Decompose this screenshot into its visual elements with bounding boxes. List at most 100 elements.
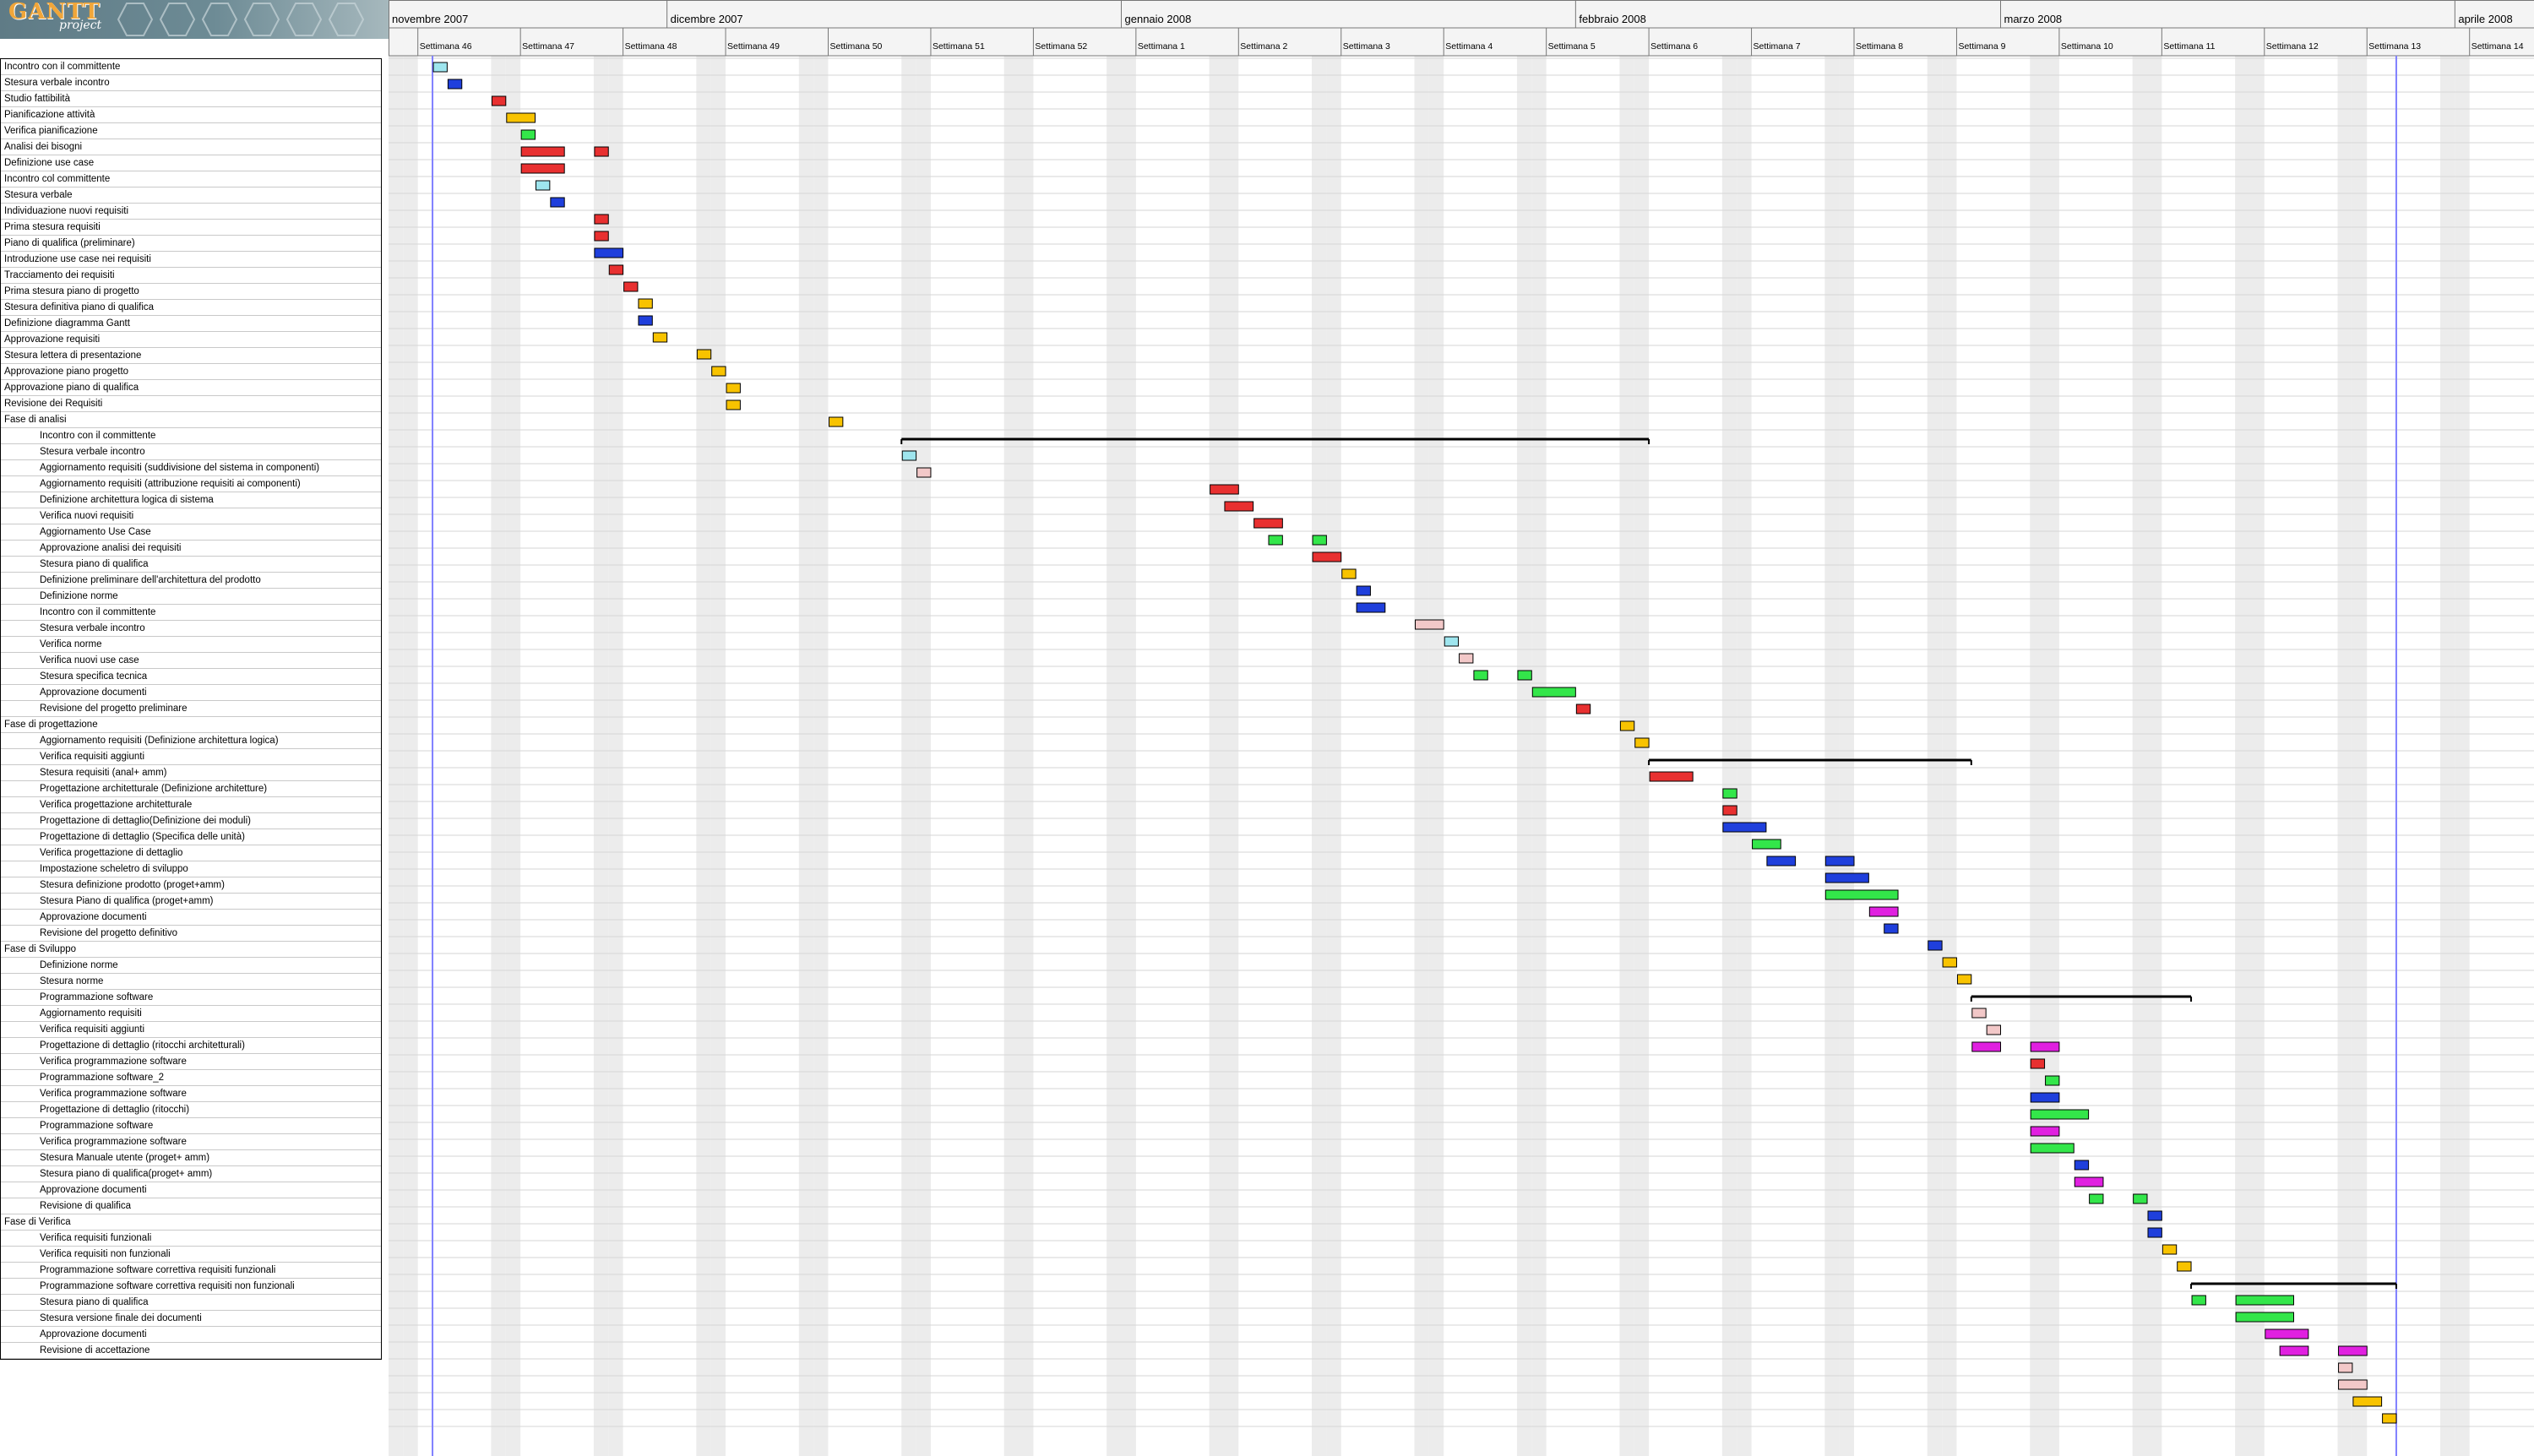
task-name[interactable]: Revisione dei Requisiti (1, 396, 381, 412)
task-name[interactable]: Verifica norme (1, 637, 381, 653)
week-label: Settimana 46 (420, 41, 472, 52)
task-name[interactable]: Approvazione analisi dei requisiti (1, 541, 381, 557)
task-group-name[interactable]: Fase di analisi (1, 412, 381, 428)
task-name[interactable]: Individuazione nuovi requisiti (1, 204, 381, 220)
task-name[interactable]: Verifica requisiti funzionali (1, 1231, 381, 1247)
task-name[interactable]: Prima stesura requisiti (1, 220, 381, 236)
task-name[interactable]: Progettazione di dettaglio (Specifica de… (1, 829, 381, 845)
task-name[interactable]: Stesura piano di qualifica(proget+ amm) (1, 1166, 381, 1182)
task-name[interactable]: Programmazione software (1, 990, 381, 1006)
month-label: febbraio 2008 (1579, 13, 1646, 25)
task-bar (1942, 957, 1957, 968)
task-name[interactable]: Aggiornamento requisiti (1, 1006, 381, 1022)
task-name[interactable]: Progettazione architetturale (Definizion… (1, 781, 381, 797)
weekend-column (2455, 56, 2470, 1456)
task-name[interactable]: Approvazione documenti (1, 910, 381, 926)
task-name[interactable]: Stesura verbale incontro (1, 444, 381, 460)
task-name[interactable]: Definizione preliminare dell'architettur… (1, 573, 381, 589)
task-group-name[interactable]: Fase di Verifica (1, 1214, 381, 1231)
task-name[interactable]: Stesura requisiti (anal+ amm) (1, 765, 381, 781)
task-name[interactable]: Aggiornamento requisiti (attribuzione re… (1, 476, 381, 492)
task-name[interactable]: Revisione del progetto definitivo (1, 926, 381, 942)
weekend-column (1531, 56, 1547, 1456)
task-name[interactable]: Revisione del progetto preliminare (1, 701, 381, 717)
task-name[interactable]: Approvazione requisiti (1, 332, 381, 348)
task-bar (1971, 1041, 2002, 1052)
weekend-column (1223, 56, 1239, 1456)
task-name[interactable]: Definizione norme (1, 589, 381, 605)
task-name[interactable]: Verifica programmazione software (1, 1086, 381, 1102)
task-name[interactable]: Approvazione documenti (1, 1327, 381, 1343)
task-group-name[interactable]: Fase di progettazione (1, 717, 381, 733)
task-name[interactable]: Aggiornamento Use Case (1, 524, 381, 541)
weekend-column (1326, 56, 1341, 1456)
task-name[interactable]: Stesura verbale (1, 187, 381, 204)
task-name[interactable]: Incontro con il committente (1, 59, 381, 75)
task-name[interactable]: Progettazione di dettaglio(Definizione d… (1, 813, 381, 829)
task-name[interactable]: Programmazione software correttiva requi… (1, 1263, 381, 1279)
task-name[interactable]: Studio fattibilità (1, 91, 381, 107)
task-name[interactable]: Pianificazione attività (1, 107, 381, 123)
task-name[interactable]: Stesura Piano di qualifica (proget+amm) (1, 894, 381, 910)
task-group-name[interactable]: Fase di Sviluppo (1, 942, 381, 958)
task-bar (1928, 940, 1943, 951)
task-bar (506, 112, 536, 123)
task-name[interactable]: Progettazione di dettaglio (ritocchi) (1, 1102, 381, 1118)
task-name[interactable]: Stesura lettera di presentazione (1, 348, 381, 364)
task-name[interactable]: Definizione norme (1, 958, 381, 974)
task-bar (1766, 856, 1797, 867)
task-name[interactable]: Verifica progettazione architetturale (1, 797, 381, 813)
task-name[interactable]: Stesura versione finale dei documenti (1, 1311, 381, 1327)
task-bar (638, 298, 653, 309)
task-name[interactable]: Stesura Manuale utente (proget+ amm) (1, 1150, 381, 1166)
task-name[interactable]: Verifica nuovi use case (1, 653, 381, 669)
week-label: Settimana 48 (625, 41, 677, 52)
task-name[interactable]: Impostazione scheletro di sviluppo (1, 861, 381, 877)
task-name[interactable]: Programmazione software_2 (1, 1070, 381, 1086)
task-name[interactable]: Stesura piano di qualifica (1, 1295, 381, 1311)
task-name[interactable]: Aggiornamento requisiti (Definizione arc… (1, 733, 381, 749)
task-name[interactable]: Verifica requisiti aggiunti (1, 1022, 381, 1038)
task-name[interactable]: Analisi dei bisogni (1, 139, 381, 155)
task-bar (2382, 1413, 2397, 1424)
task-name[interactable]: Definizione diagramma Gantt (1, 316, 381, 332)
task-name[interactable]: Approvazione piano progetto (1, 364, 381, 380)
task-name[interactable]: Stesura verbale incontro (1, 621, 381, 637)
task-name[interactable]: Verifica requisiti aggiunti (1, 749, 381, 765)
task-bar (550, 197, 565, 208)
task-name[interactable]: Approvazione piano di qualifica (1, 380, 381, 396)
task-name[interactable]: Stesura piano di qualifica (1, 557, 381, 573)
task-name[interactable]: Verifica programmazione software (1, 1054, 381, 1070)
task-name[interactable]: Tracciamento dei requisiti (1, 268, 381, 284)
task-name[interactable]: Introduzione use case nei requisiti (1, 252, 381, 268)
task-name[interactable]: Approvazione documenti (1, 1182, 381, 1198)
task-name[interactable]: Verifica programmazione software (1, 1134, 381, 1150)
task-name[interactable]: Definizione use case (1, 155, 381, 171)
task-name[interactable]: Stesura definitiva piano di qualifica (1, 300, 381, 316)
task-name[interactable]: Stesura specifica tecnica (1, 669, 381, 685)
task-name[interactable]: Approvazione documenti (1, 685, 381, 701)
task-name[interactable]: Incontro con il committente (1, 605, 381, 621)
task-name[interactable]: Verifica nuovi requisiti (1, 508, 381, 524)
task-bar (520, 163, 565, 174)
task-name[interactable]: Programmazione software (1, 1118, 381, 1134)
task-name[interactable]: Verifica requisiti non funzionali (1, 1247, 381, 1263)
week-label: Settimana 9 (1958, 41, 2005, 52)
task-name[interactable]: Incontro con il committente (1, 428, 381, 444)
task-name[interactable]: Prima stesura piano di progetto (1, 284, 381, 300)
task-name[interactable]: Progettazione di dettaglio (ritocchi arc… (1, 1038, 381, 1054)
task-name[interactable]: Aggiornamento requisiti (suddivisione de… (1, 460, 381, 476)
task-name[interactable]: Incontro col committente (1, 171, 381, 187)
task-name[interactable]: Stesura definizione prodotto (proget+amm… (1, 877, 381, 894)
week-label: Settimana 5 (1548, 41, 1596, 52)
task-name[interactable]: Verifica progettazione di dettaglio (1, 845, 381, 861)
task-name[interactable]: Revisione di accettazione (1, 1343, 381, 1359)
task-name[interactable]: Stesura norme (1, 974, 381, 990)
task-name[interactable]: Stesura verbale incontro (1, 75, 381, 91)
task-name[interactable]: Revisione di qualifica (1, 1198, 381, 1214)
task-name[interactable]: Piano di qualifica (preliminare) (1, 236, 381, 252)
weekend-column (491, 56, 506, 1456)
task-name[interactable]: Programmazione software correttiva requi… (1, 1279, 381, 1295)
task-name[interactable]: Verifica pianificazione (1, 123, 381, 139)
task-name[interactable]: Definizione architettura logica di siste… (1, 492, 381, 508)
